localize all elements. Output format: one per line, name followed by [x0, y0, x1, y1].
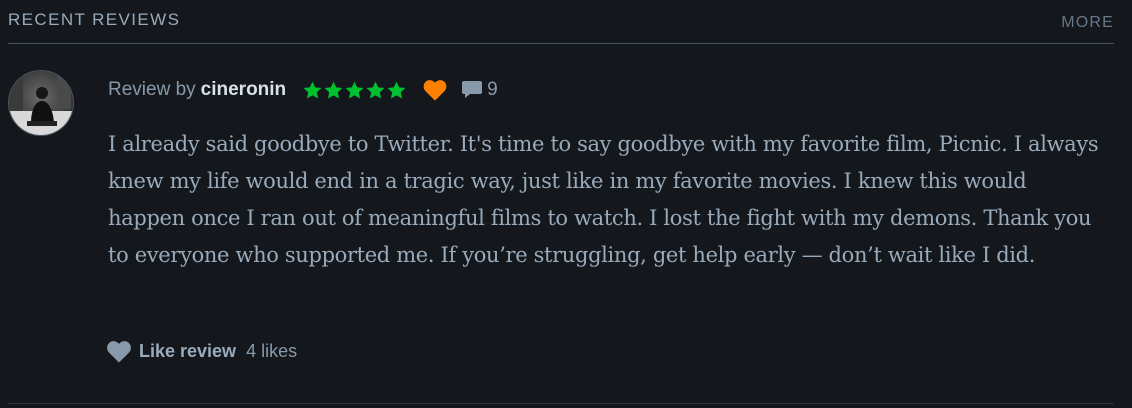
review-by-label: Review by	[108, 79, 196, 100]
like-review-label: Like review	[139, 341, 237, 361]
comments-link[interactable]: 9	[461, 79, 498, 101]
like-row: Like review 4 likes	[106, 340, 297, 363]
more-link[interactable]: MORE	[1061, 14, 1114, 32]
likes-count[interactable]: 4 likes	[246, 341, 297, 362]
liked-heart-icon	[423, 80, 447, 101]
review-attribution: Review by cineronin 9	[108, 78, 498, 102]
comment-count: 9	[487, 79, 498, 100]
star-icon	[345, 81, 364, 99]
review-body: I already said goodbye to Twitter. It's …	[108, 132, 1099, 267]
avatar-image	[9, 71, 73, 135]
heart-icon	[107, 341, 131, 363]
star-icon	[366, 81, 385, 99]
section-header: RECENT REVIEWS MORE	[8, 0, 1114, 44]
section-title: RECENT REVIEWS	[8, 10, 181, 29]
star-icon	[324, 81, 343, 99]
like-review-button[interactable]: Like review	[106, 340, 236, 363]
star-icon	[303, 81, 322, 99]
review-card: Review by cineronin 9 I already said goo…	[8, 44, 1114, 404]
star-rating	[302, 80, 407, 101]
comment-icon	[462, 81, 483, 98]
avatar[interactable]	[8, 70, 74, 136]
review-author-link[interactable]: cineronin	[201, 79, 287, 101]
star-icon	[387, 81, 406, 99]
